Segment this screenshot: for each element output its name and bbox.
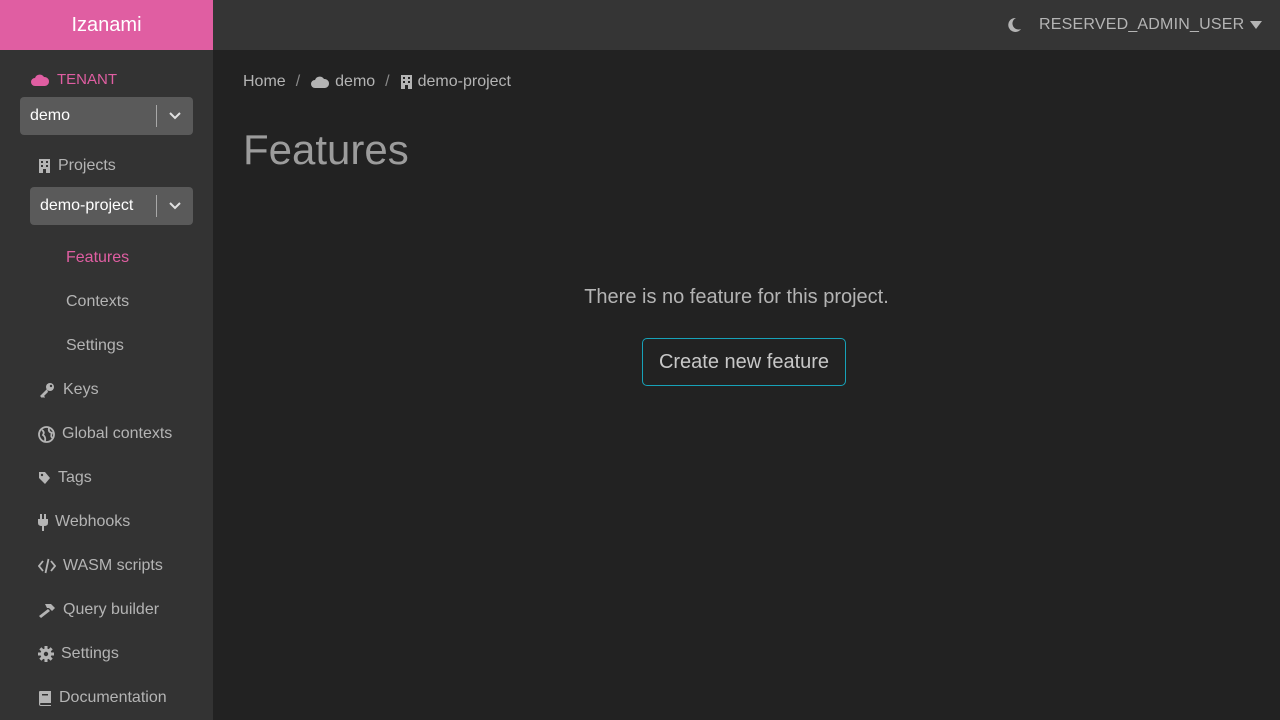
sidebar-item-global-contexts[interactable]: Global contexts bbox=[38, 425, 172, 443]
chevron-down-icon[interactable] bbox=[157, 202, 193, 210]
gear-icon bbox=[38, 646, 54, 662]
page-title: Features bbox=[243, 126, 409, 173]
hammer-icon bbox=[39, 604, 55, 618]
tenant-select[interactable]: demo bbox=[20, 97, 193, 135]
empty-state-message: There is no feature for this project. bbox=[584, 286, 889, 308]
building-icon bbox=[39, 159, 50, 173]
empty-state: There is no feature for this project. bbox=[0, 286, 1280, 309]
breadcrumb-separator: / bbox=[385, 73, 390, 90]
moon-icon[interactable] bbox=[1005, 16, 1023, 34]
globe-icon bbox=[38, 425, 55, 443]
book-icon bbox=[39, 691, 51, 706]
breadcrumb-project[interactable]: demo-project bbox=[418, 73, 511, 91]
breadcrumb-tenant[interactable]: demo bbox=[335, 73, 375, 91]
tag-icon bbox=[39, 472, 50, 484]
sidebar bbox=[0, 50, 213, 720]
cloud-icon bbox=[311, 76, 330, 88]
cloud-icon bbox=[31, 74, 50, 86]
plug-icon bbox=[38, 513, 48, 531]
top-bar: RESERVED_ADMIN_USER bbox=[213, 0, 1280, 50]
sidebar-item-projects[interactable]: Projects bbox=[38, 157, 116, 175]
user-menu[interactable]: RESERVED_ADMIN_USER bbox=[1039, 16, 1244, 34]
sidebar-item-webhooks[interactable]: Webhooks bbox=[38, 513, 130, 531]
sidebar-item-keys[interactable]: Keys bbox=[38, 381, 99, 399]
building-icon bbox=[400, 75, 412, 89]
brand-logo[interactable]: Izanami bbox=[0, 0, 213, 50]
sidebar-item-query-builder[interactable]: Query builder bbox=[38, 601, 159, 619]
sidebar-item-tags[interactable]: Tags bbox=[38, 469, 92, 487]
code-icon bbox=[38, 558, 56, 574]
sidebar-item-documentation[interactable]: Documentation bbox=[38, 689, 167, 707]
caret-down-icon[interactable] bbox=[1249, 20, 1263, 30]
project-select-value: demo-project bbox=[40, 197, 134, 214]
key-icon bbox=[40, 383, 54, 398]
chevron-down-icon[interactable] bbox=[157, 112, 193, 120]
breadcrumb-separator: / bbox=[295, 73, 301, 90]
breadcrumb-home[interactable]: Home bbox=[243, 73, 286, 91]
breadcrumb: Home / demo / demo-project bbox=[243, 73, 511, 91]
sidebar-item-features[interactable]: Features bbox=[66, 249, 129, 267]
sidebar-item-project-settings[interactable]: Settings bbox=[66, 337, 124, 355]
project-select[interactable]: demo-project bbox=[30, 187, 193, 225]
sidebar-item-wasm-scripts[interactable]: WASM scripts bbox=[38, 557, 163, 575]
create-feature-button[interactable]: Create new feature bbox=[642, 338, 846, 386]
tenant-label: TENANT bbox=[30, 71, 117, 88]
sidebar-item-settings[interactable]: Settings bbox=[38, 645, 119, 663]
brand-name: Izanami bbox=[71, 13, 142, 36]
tenant-select-value: demo bbox=[30, 107, 71, 124]
